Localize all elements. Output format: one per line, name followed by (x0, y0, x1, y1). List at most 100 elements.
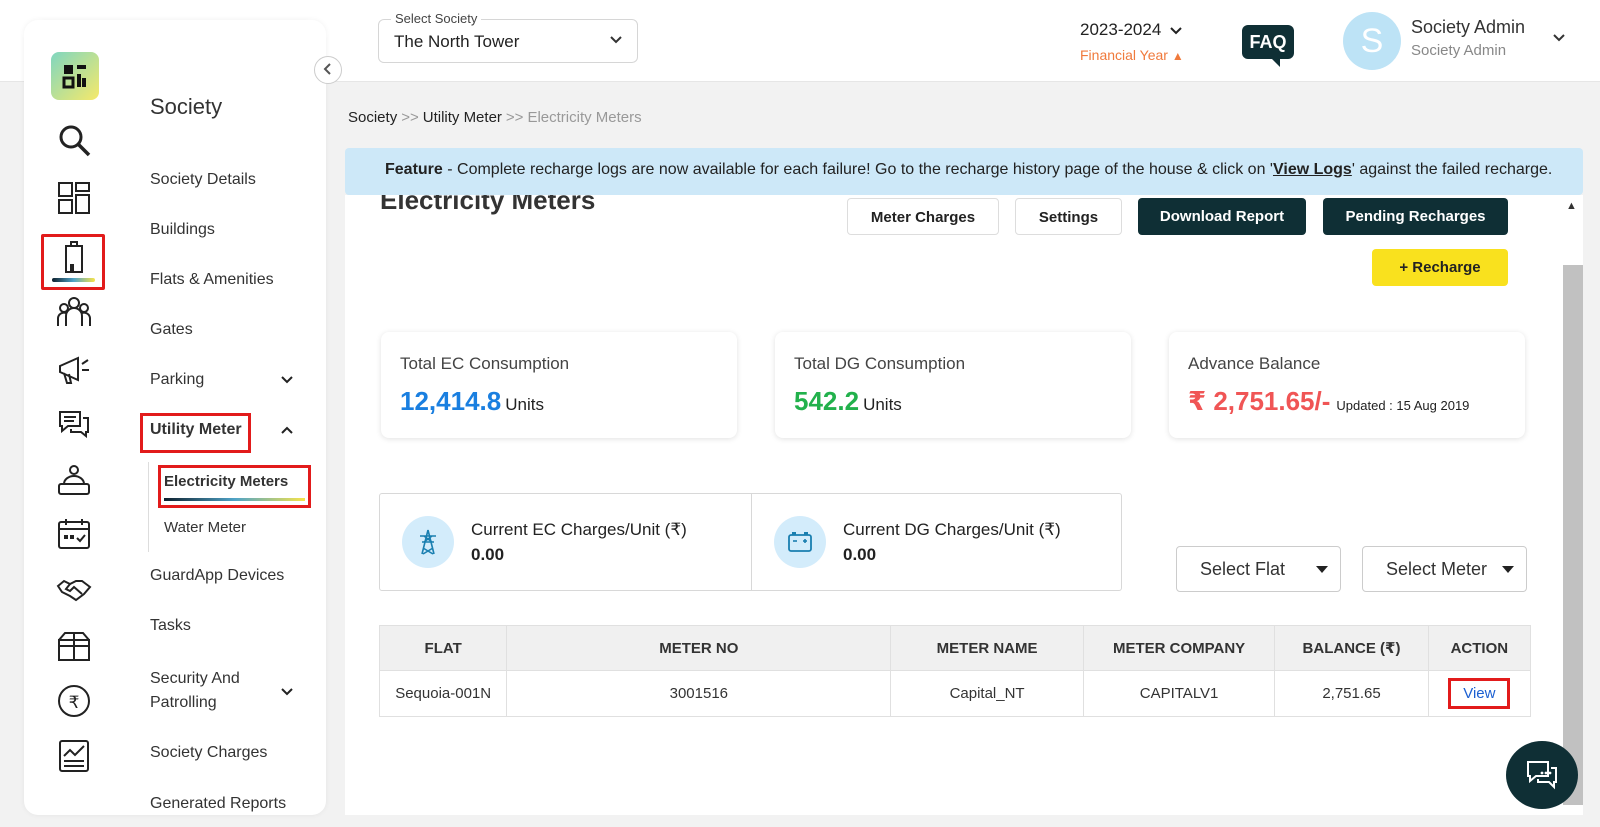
ec-charges-label: Current EC Charges/Unit (₹) (471, 520, 687, 539)
col-action: ACTION (1427, 625, 1532, 671)
breadcrumb-current: Electricity Meters (527, 109, 642, 126)
battery-icon (774, 516, 826, 568)
col-balance: BALANCE (₹) (1274, 625, 1429, 671)
dashboard-icon[interactable] (54, 178, 94, 218)
scrollbar-thumb[interactable] (1563, 265, 1583, 805)
society-select-value: The North Tower (394, 32, 520, 51)
partners-icon[interactable] (54, 570, 94, 610)
sidebar-item-flats-amenities[interactable]: Flats & Amenities (150, 271, 274, 289)
advance-balance-title: Advance Balance (1188, 354, 1321, 373)
submenu-line (148, 462, 149, 552)
financial-year-value: 2023-2024 (1080, 20, 1162, 39)
advance-balance-card: Advance Balance ₹ 2,751.65/- Updated : 15… (1169, 332, 1525, 438)
search-icon[interactable] (54, 120, 94, 160)
chat-bubble-icon (1527, 761, 1557, 790)
caret-down-icon (1316, 566, 1328, 573)
support-chat-button[interactable] (1506, 741, 1578, 809)
breadcrumb-separator: >> (401, 109, 419, 126)
sidebar-item-parking[interactable]: Parking (150, 371, 204, 389)
current-charges-box: Current EC Charges/Unit (₹) 0.00 Current… (379, 493, 1122, 591)
power-tower-icon (402, 516, 454, 568)
residents-icon[interactable] (54, 292, 94, 332)
chat-icon[interactable] (54, 404, 94, 444)
user-menu-chevron-icon[interactable] (1552, 30, 1566, 46)
breadcrumb-separator: >> (505, 109, 524, 126)
ec-charges: Current EC Charges/Unit (₹) 0.00 (380, 494, 751, 590)
breadcrumb: Society >> Utility Meter >> Electricity Mete… (348, 109, 642, 126)
reports-icon[interactable] (54, 736, 94, 776)
active-rail-indicator (52, 278, 95, 282)
pending-recharges-button[interactable]: Pending Recharges (1323, 198, 1508, 235)
dg-consumption-card: Total DG Consumption 542.2 Units (775, 332, 1131, 438)
cell-action: View (1427, 670, 1532, 717)
avatar[interactable]: S (1343, 12, 1401, 70)
sidebar-item-security-patrolling[interactable]: Security And Patrolling (150, 667, 260, 715)
settings-button[interactable]: Settings (1015, 198, 1122, 235)
faq-button[interactable]: FAQ (1242, 25, 1294, 67)
app-logo[interactable] (51, 52, 99, 100)
table-row: Sequoia-001N 3001516 Capital_NT CAPITALV… (378, 670, 1532, 717)
dg-consumption-unit: Units (863, 395, 902, 414)
sidebar-item-generated-reports[interactable]: Generated Reports (150, 795, 286, 813)
breadcrumb-utility-meter[interactable]: Utility Meter (423, 109, 502, 126)
banner-bold: Feature (385, 161, 443, 178)
chevron-down-icon (1170, 24, 1182, 38)
sidebar-item-tasks[interactable]: Tasks (150, 617, 191, 635)
meter-charges-button[interactable]: Meter Charges (847, 198, 999, 235)
table-header-row: FLAT METER NO METER NAME METER COMPANY B… (378, 625, 1532, 671)
society-select[interactable]: Select Society The North Tower (378, 11, 638, 63)
ec-consumption-unit: Units (505, 395, 544, 414)
dg-consumption-title: Total DG Consumption (794, 354, 966, 373)
sidebar-subitem-electricity-meters[interactable]: Electricity Meters (164, 473, 288, 490)
calendar-icon[interactable] (54, 514, 94, 554)
select-meter-value: Select Meter (1386, 559, 1488, 579)
ec-consumption-value: 12,414.8 (400, 386, 502, 416)
view-logs-link[interactable]: View Logs (1273, 161, 1352, 178)
cell-balance: 2,751.65 (1274, 670, 1429, 717)
sidebar-collapse-button[interactable] (314, 56, 342, 84)
package-icon[interactable] (54, 626, 94, 666)
user-name: Society Admin (1411, 17, 1526, 37)
helpdesk-icon[interactable] (54, 460, 94, 500)
sidebar-item-society-charges[interactable]: Society Charges (150, 744, 267, 762)
sidebar-item-utility-meter[interactable]: Utility Meter (150, 421, 242, 439)
sidebar-item-gates[interactable]: Gates (150, 321, 193, 339)
chevron-down-icon[interactable] (280, 685, 294, 700)
sidebar-item-guardapp-devices[interactable]: GuardApp Devices (150, 567, 284, 585)
ec-charges-value: 0.00 (471, 545, 505, 564)
chevron-up-icon[interactable] (280, 423, 294, 438)
announcement-icon[interactable] (54, 350, 94, 390)
feature-banner: Feature - Complete recharge logs are now… (345, 148, 1583, 195)
main-content: Electricity Meters Meter Charges Setting… (345, 195, 1563, 815)
select-meter-dropdown[interactable]: Select Meter (1362, 546, 1527, 592)
dg-charges-label: Current DG Charges/Unit (₹) (843, 520, 1061, 539)
chevron-down-icon (609, 32, 623, 48)
building-icon[interactable] (54, 238, 94, 278)
dg-consumption-value: 542.2 (794, 386, 860, 416)
select-flat-dropdown[interactable]: Select Flat (1176, 546, 1341, 592)
recharge-button[interactable]: + Recharge (1372, 249, 1508, 286)
sidebar-subitem-water-meter[interactable]: Water Meter (164, 519, 246, 536)
view-link[interactable]: View (1448, 678, 1511, 709)
active-subitem-indicator (164, 498, 305, 501)
cell-meter-no: 3001516 (506, 670, 892, 717)
dg-charges: Current DG Charges/Unit (₹) 0.00 (751, 494, 1122, 590)
col-meter-company: METER COMPANY (1082, 625, 1276, 671)
financial-year-selector[interactable]: 2023-2024 Financial Year ▲ (1080, 20, 1184, 63)
financial-year-label: Financial Year (1080, 47, 1168, 63)
dg-charges-value: 0.00 (843, 545, 877, 564)
rupee-icon[interactable]: ₹ (54, 681, 94, 721)
society-select-label: Select Society (391, 11, 482, 26)
ec-consumption-title: Total EC Consumption (400, 354, 570, 373)
sidebar-item-buildings[interactable]: Buildings (150, 221, 215, 239)
download-report-button[interactable]: Download Report (1138, 198, 1306, 235)
sidebar-item-society-details[interactable]: Society Details (150, 171, 256, 189)
col-meter-name: METER NAME (890, 625, 1084, 671)
banner-text-before: - Complete recharge logs are now availab… (442, 161, 1273, 178)
caret-down-icon (1502, 566, 1514, 573)
chevron-down-icon[interactable] (280, 373, 294, 388)
breadcrumb-society[interactable]: Society (348, 109, 397, 126)
ec-consumption-card: Total EC Consumption 12,414.8 Units (381, 332, 737, 438)
banner-text-after: ' against the failed recharge. (1351, 161, 1553, 178)
scroll-up-arrow-icon[interactable]: ▲ (1566, 200, 1577, 212)
